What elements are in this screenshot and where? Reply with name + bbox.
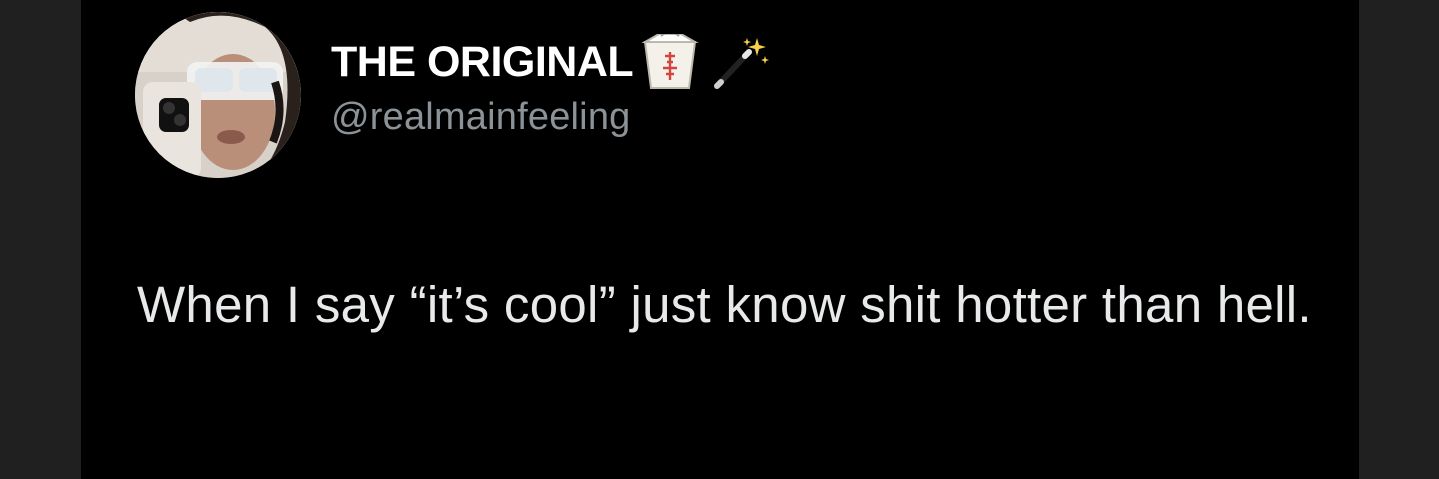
magic-wand-icon: [707, 34, 773, 90]
name-row: THE ORIGINAL: [331, 34, 1031, 90]
tweet-header: THE ORIGINAL @realmainfeeling: [331, 34, 1031, 154]
screenshot-frame: THE ORIGINAL @realmainfeeling When I say…: [0, 0, 1439, 479]
tweet-text: When I say “it’s cool” just know shit ho…: [137, 276, 1312, 333]
takeout-box-icon: [639, 34, 701, 90]
avatar[interactable]: [135, 12, 301, 178]
tweet-card[interactable]: THE ORIGINAL @realmainfeeling When I say…: [81, 0, 1359, 479]
avatar-image: [135, 12, 301, 178]
user-handle[interactable]: @realmainfeeling: [331, 98, 1031, 136]
display-name[interactable]: THE ORIGINAL: [331, 40, 634, 84]
